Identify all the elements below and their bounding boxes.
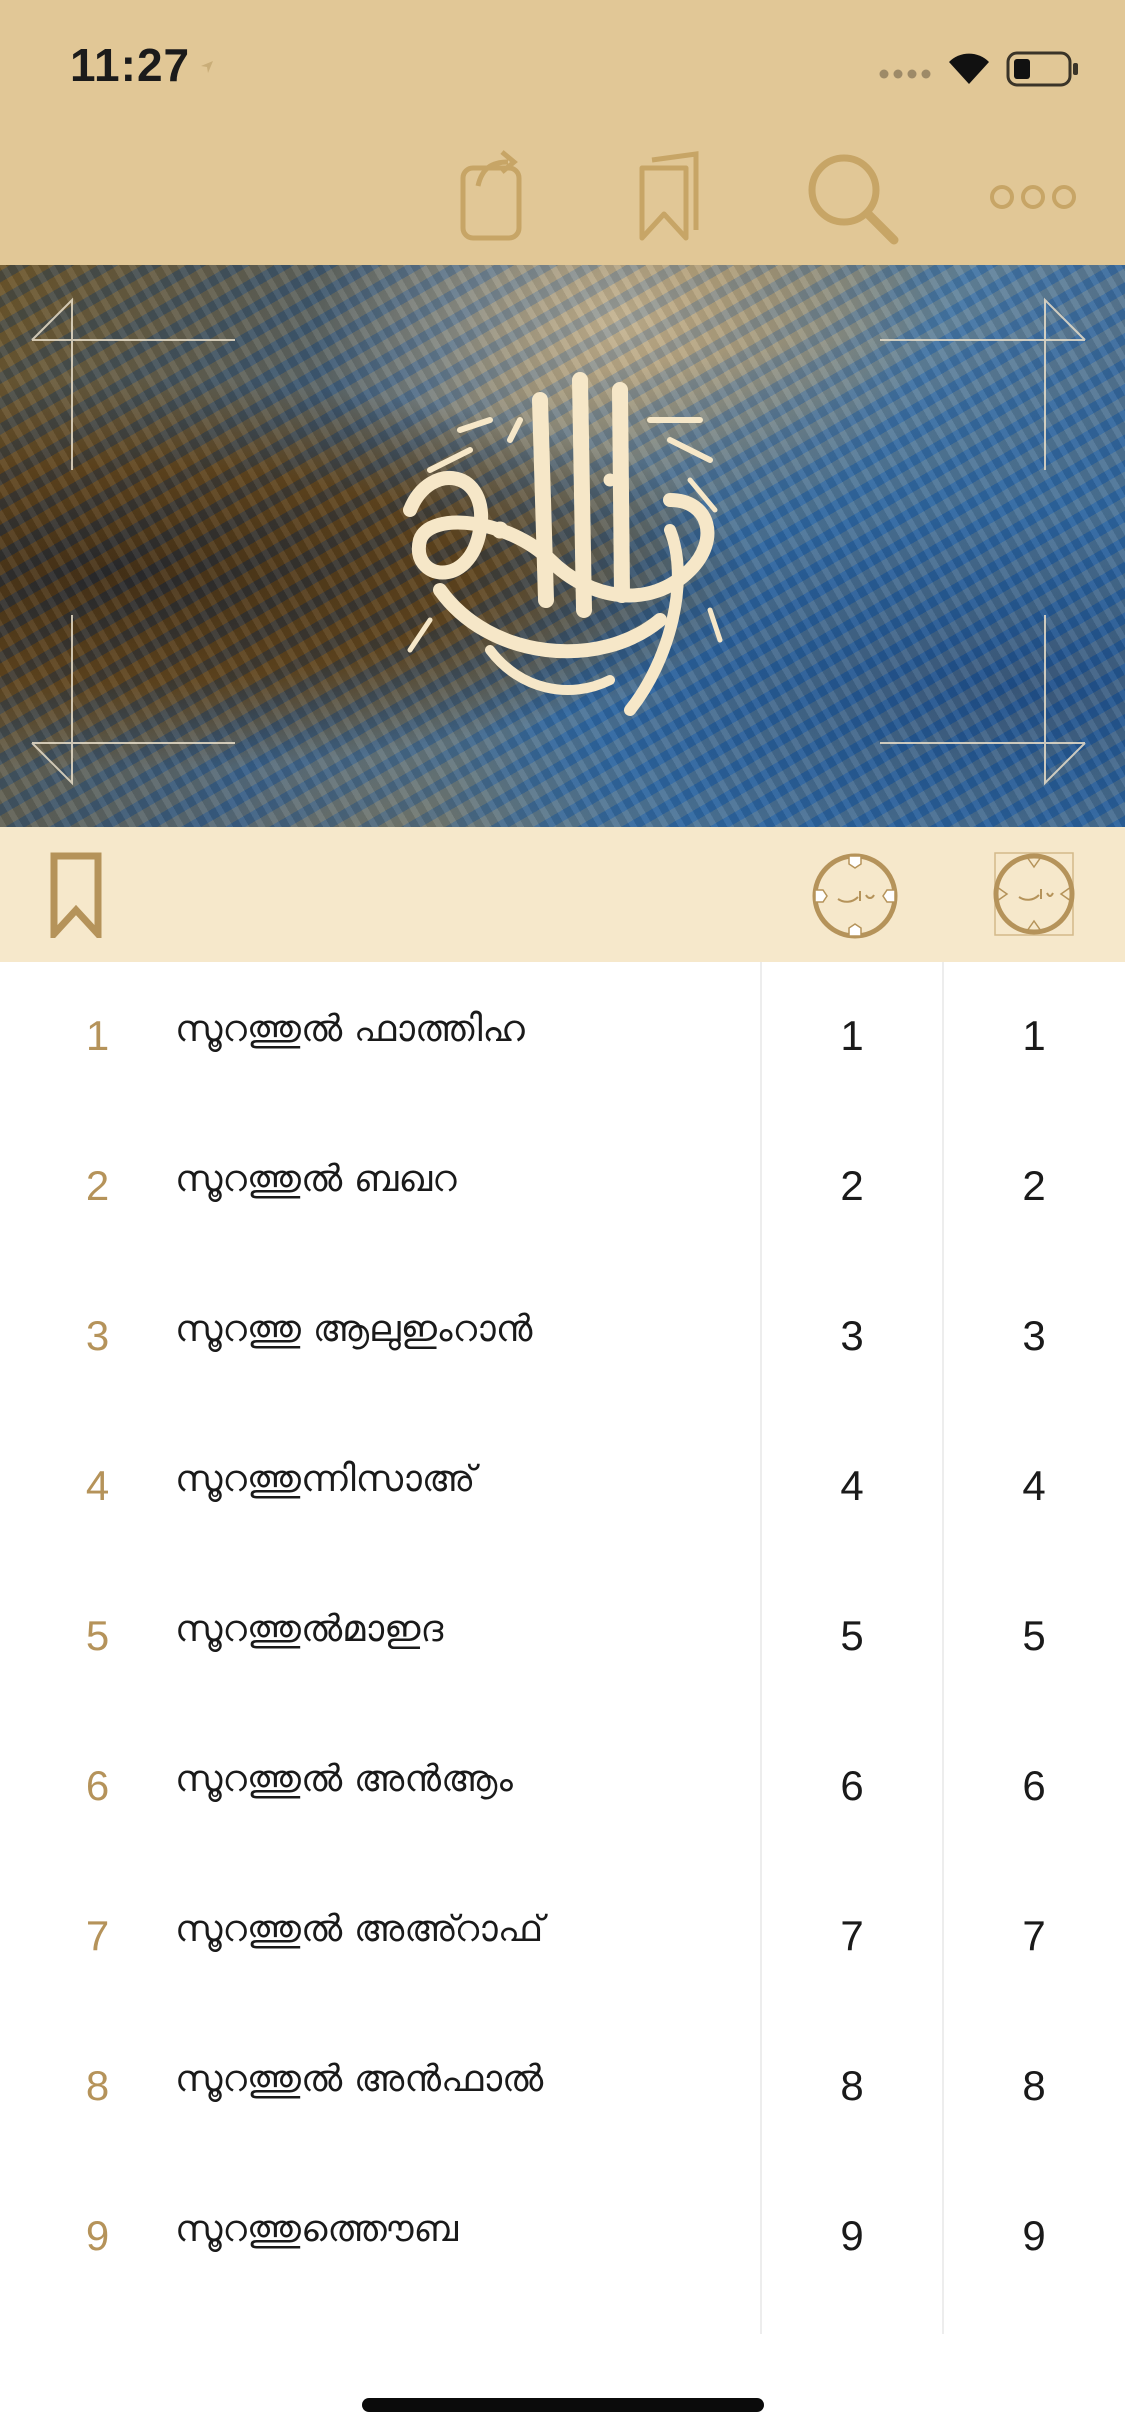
juz-number: 7: [840, 1912, 864, 1959]
surah-name: സൂറത്തുൽ അൻആം: [175, 1757, 513, 1800]
wifi-icon: [949, 53, 989, 84]
surah-index: 2: [85, 1162, 110, 1209]
hizb-number: 5: [1022, 1612, 1046, 1659]
surah-name: സൂറത്തുത്തൌബ: [175, 2207, 459, 2250]
surah-index: 7: [85, 1912, 110, 1959]
surah-index: 9: [85, 2212, 110, 2259]
juz-number: 3: [840, 1312, 864, 1359]
surah-row[interactable]: 7 സൂറത്തുൽ അഅ്റാഫ് 7 7: [0, 1862, 1125, 2012]
juz-number: 2: [840, 1162, 864, 1209]
quran-calligraphy-logo: [403, 372, 723, 716]
surah-name: സൂറത്തുൽ ഫാത്തിഹ: [175, 1007, 525, 1050]
hizb-number: 4: [1022, 1462, 1046, 1509]
cellular-signal-icon: [879, 69, 931, 79]
bookmark-icon[interactable]: [50, 852, 102, 938]
surah-name: സൂറത്തുൽ അൻഫാൽ: [175, 2057, 544, 2100]
surah-row[interactable]: 3 സൂറത്തു ആലുഇംറാൻ 3 3: [0, 1262, 1125, 1412]
surah-name: സൂറത്തുന്നിസാഅ്: [175, 1457, 476, 1500]
top-bar: 11:27: [0, 0, 1125, 265]
hizb-number: 3: [1022, 1312, 1046, 1359]
juz-number: 9: [840, 2212, 864, 2259]
hizb-number: 2: [1022, 1162, 1046, 1209]
surah-index: 4: [85, 1462, 110, 1509]
status-time: 11:27: [70, 39, 191, 91]
juz-number: 6: [840, 1762, 864, 1809]
surah-name: സൂറത്തുൽ ബഖറ: [175, 1157, 457, 1200]
share-icon[interactable]: [458, 150, 526, 242]
search-icon[interactable]: [806, 152, 900, 246]
hero-banner: [0, 265, 1125, 827]
surah-row[interactable]: 6 സൂറത്തുൽ അൻആം 6 6: [0, 1712, 1125, 1862]
surah-name: സൂറത്തുൽ അഅ്റാഫ്: [175, 1907, 544, 1950]
surah-row[interactable]: 2 സൂറത്തുൽ ബഖറ 2 2: [0, 1112, 1125, 1262]
juz-icon[interactable]: [810, 851, 900, 941]
hizb-icon[interactable]: [993, 849, 1075, 939]
surah-row[interactable]: 1 സൂറത്തുൽ ഫാത്തിഹ 1 1: [0, 962, 1125, 1112]
surah-row[interactable]: 4 സൂറത്തുന്നിസാഅ് 4 4: [0, 1412, 1125, 1562]
juz-number: 4: [840, 1462, 864, 1509]
hizb-number: 6: [1022, 1762, 1046, 1809]
hizb-number: 8: [1022, 2062, 1046, 2109]
home-indicator: [362, 2398, 764, 2412]
hizb-number: 7: [1022, 1912, 1046, 1959]
more-icon[interactable]: [988, 182, 1078, 212]
juz-number: 1: [840, 1012, 864, 1059]
juz-number: 5: [840, 1612, 864, 1659]
surah-name: സൂറത്തു ആലുഇംറാൻ: [175, 1307, 533, 1350]
filter-bar: [0, 827, 1125, 962]
bookmarks-icon[interactable]: [638, 150, 704, 244]
surah-row[interactable]: 8 സൂറത്തുൽ അൻഫാൽ 8 8: [0, 2012, 1125, 2162]
surah-index: 3: [85, 1312, 110, 1359]
surah-index: 5: [85, 1612, 110, 1659]
hizb-number: 9: [1022, 2212, 1046, 2259]
hizb-number: 1: [1022, 1012, 1046, 1059]
surah-row[interactable]: 5 സൂറത്തുൽമാഇദ 5 5: [0, 1562, 1125, 1712]
surah-row[interactable]: 9 സൂറത്തുത്തൌബ 9 9: [0, 2162, 1125, 2312]
surah-index: 6: [85, 1762, 110, 1809]
surah-index: 8: [85, 2062, 110, 2109]
location-arrow-icon: [201, 61, 213, 73]
surah-name: സൂറത്തുൽമാഇദ: [175, 1607, 444, 1650]
juz-number: 8: [840, 2062, 864, 2109]
surah-index: 1: [85, 1012, 110, 1059]
battery-icon: [1006, 51, 1078, 87]
